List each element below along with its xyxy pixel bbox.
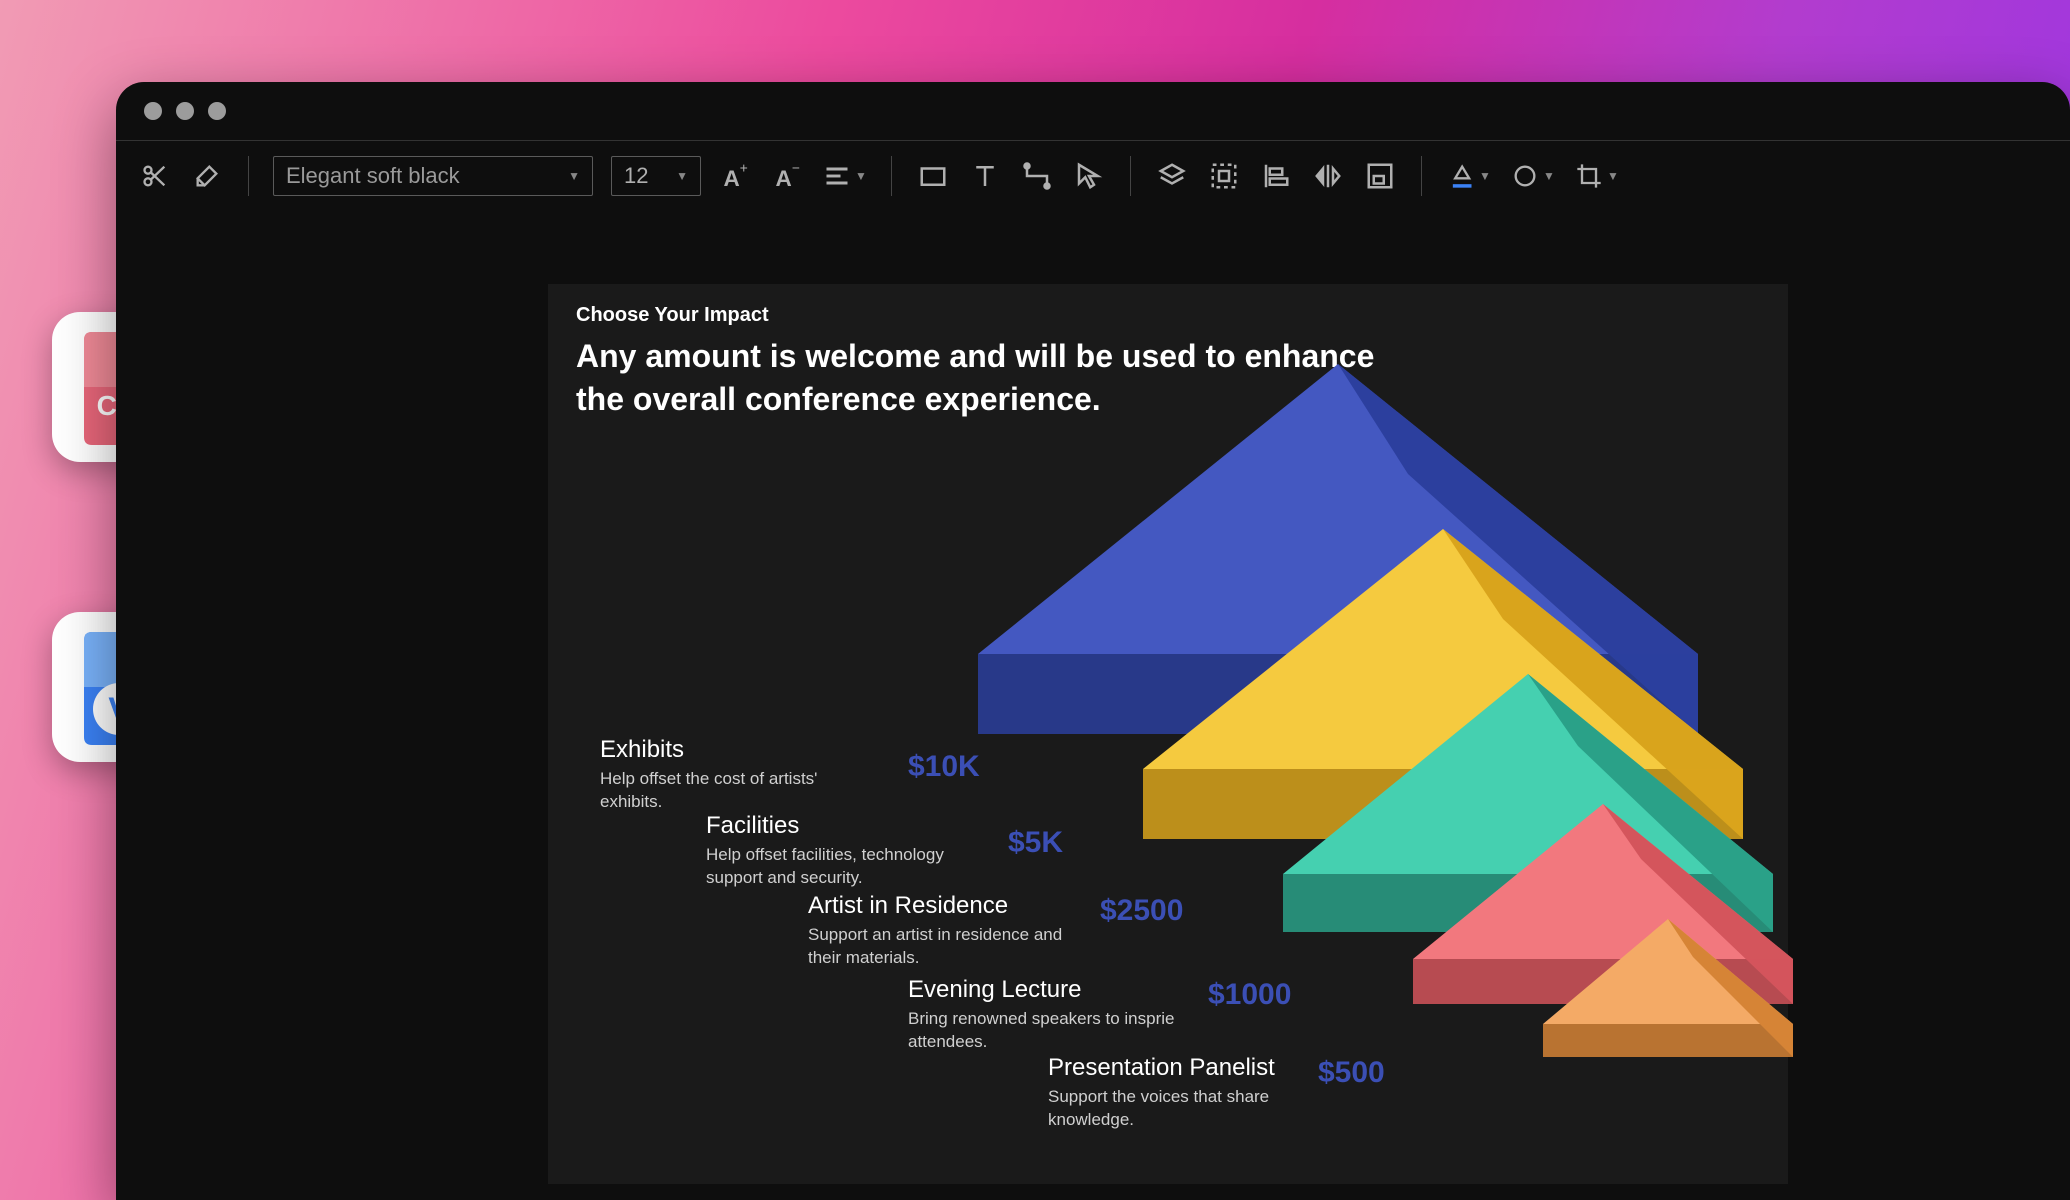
svg-text:A: A xyxy=(776,166,792,191)
tier-amount: $500 xyxy=(1318,1056,1385,1090)
font-size-select[interactable]: 12 ▼ xyxy=(611,156,701,196)
toolbar: Elegant soft black ▼ 12 ▼ A+ A− ▼ xyxy=(116,141,2070,211)
svg-text:+: + xyxy=(740,161,748,175)
group-icon[interactable] xyxy=(1207,159,1241,193)
tier-label: Artist in Residence xyxy=(808,892,1008,920)
fill-color-icon[interactable]: ▼ xyxy=(1446,159,1492,193)
slide-canvas[interactable]: Choose Your Impact Any amount is welcome… xyxy=(548,284,1788,1184)
tier-desc: Support an artist in residence and their… xyxy=(808,924,1088,970)
outline-icon[interactable]: ▼ xyxy=(1510,159,1556,193)
pointer-icon[interactable] xyxy=(1072,159,1106,193)
minimize-window-button[interactable] xyxy=(176,102,194,120)
svg-text:A: A xyxy=(724,166,740,191)
format-painter-icon[interactable] xyxy=(190,159,224,193)
tier-amount: $2500 xyxy=(1100,894,1183,928)
rectangle-shape-icon[interactable] xyxy=(916,159,950,193)
chevron-down-icon: ▼ xyxy=(676,169,688,183)
connector-icon[interactable] xyxy=(1020,159,1054,193)
font-family-select[interactable]: Elegant soft black ▼ xyxy=(273,156,593,196)
font-family-value: Elegant soft black xyxy=(286,163,460,189)
crop-icon[interactable]: ▼ xyxy=(1574,159,1620,193)
tier-amount: $5K xyxy=(1008,826,1063,860)
tier-desc: Bring renowned speakers to insprie atten… xyxy=(908,1008,1198,1054)
increase-font-icon[interactable]: A+ xyxy=(719,159,753,193)
maximize-window-button[interactable] xyxy=(208,102,226,120)
text-tool-icon[interactable] xyxy=(968,159,1002,193)
cut-icon[interactable] xyxy=(138,159,172,193)
decrease-font-icon[interactable]: A− xyxy=(771,159,805,193)
flip-icon[interactable] xyxy=(1311,159,1345,193)
tier-amount: $10K xyxy=(908,750,980,784)
layers-icon[interactable] xyxy=(1155,159,1189,193)
chevron-down-icon: ▼ xyxy=(568,169,580,183)
tier-label: Presentation Panelist xyxy=(1048,1054,1275,1082)
font-size-value: 12 xyxy=(624,163,648,189)
tier-label: Facilities xyxy=(706,812,799,840)
tier-amount: $1000 xyxy=(1208,978,1291,1012)
align-objects-icon[interactable] xyxy=(1259,159,1293,193)
tier-desc: Help offset the cost of artists' exhibit… xyxy=(600,768,860,814)
tier-label: Evening Lecture xyxy=(908,976,1081,1004)
position-icon[interactable] xyxy=(1363,159,1397,193)
align-icon[interactable]: ▼ xyxy=(823,159,867,193)
tier-label: Exhibits xyxy=(600,736,684,764)
close-window-button[interactable] xyxy=(144,102,162,120)
tier-desc: Support the voices that share knowledge. xyxy=(1048,1086,1308,1132)
app-window: Elegant soft black ▼ 12 ▼ A+ A− ▼ xyxy=(116,82,2070,1200)
tier-desc: Help offset facilities, technology suppo… xyxy=(706,844,966,890)
svg-text:−: − xyxy=(792,161,800,175)
window-titlebar xyxy=(116,82,2070,140)
